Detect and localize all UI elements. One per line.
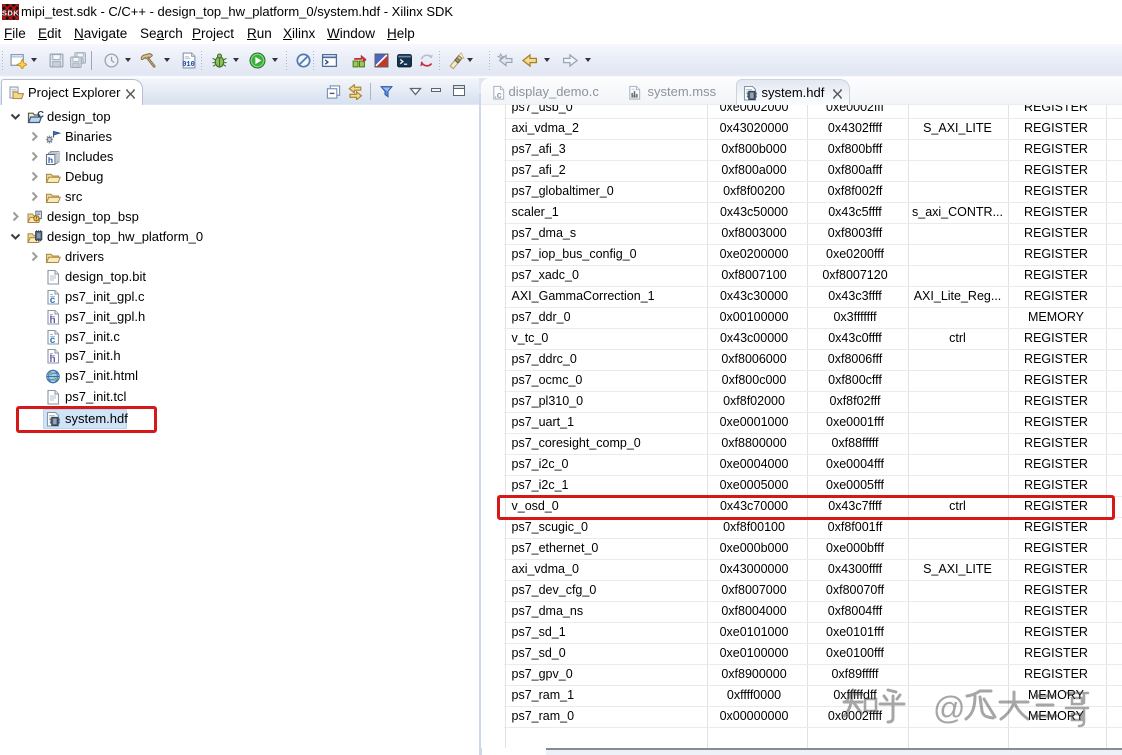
svg-text:SDK: SDK (2, 9, 19, 18)
svg-text:@: @ (933, 690, 965, 726)
